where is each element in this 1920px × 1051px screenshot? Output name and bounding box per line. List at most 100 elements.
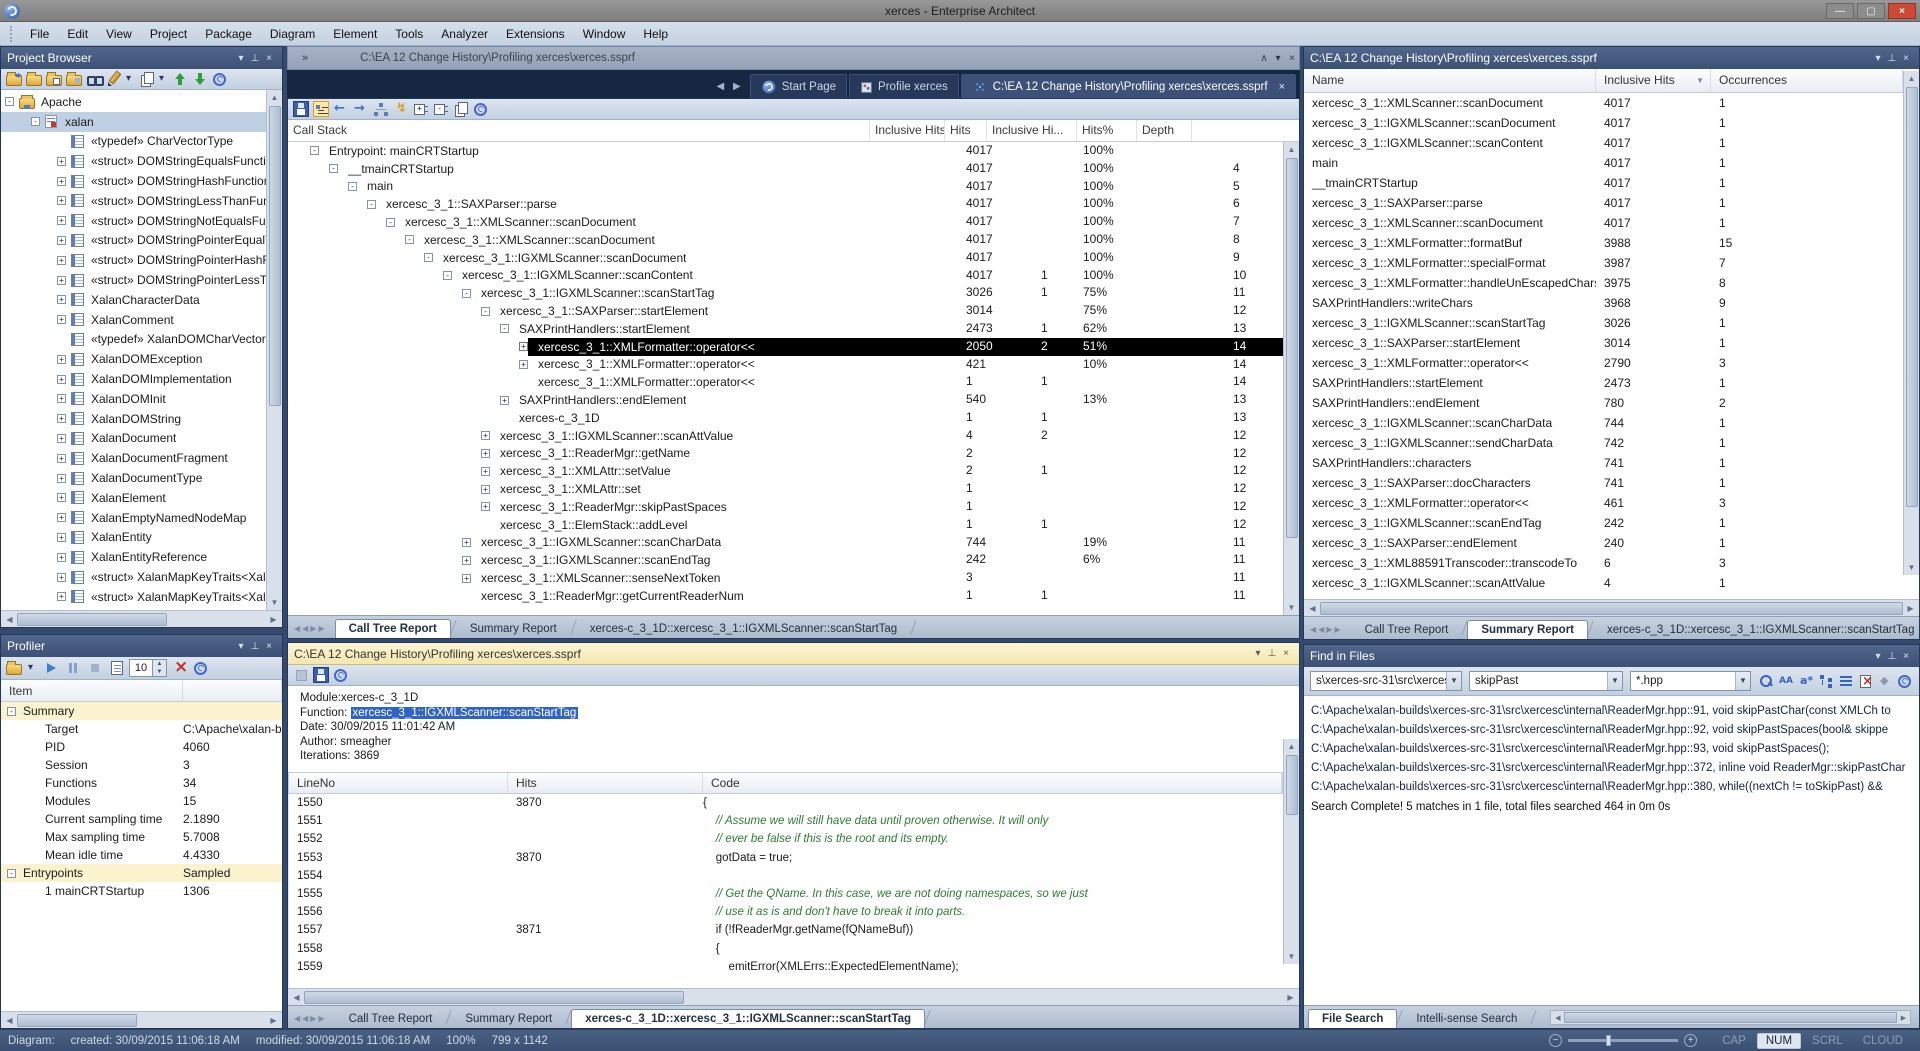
- dropdown-caret-icon[interactable]: [159, 71, 168, 87]
- close-icon[interactable]: ×: [262, 53, 276, 64]
- lightning-icon[interactable]: [393, 101, 409, 117]
- expander-icon[interactable]: -: [405, 235, 414, 244]
- pin-icon[interactable]: ⊥: [248, 641, 262, 652]
- pin-icon[interactable]: ⊥: [1885, 53, 1899, 64]
- call-stack-row[interactable]: - SAXPrintHandlers::startElement 2473 1 …: [288, 320, 1283, 338]
- tree-item[interactable]: + «struct» DOMStringPointerLessTh: [1, 270, 282, 290]
- menu-item[interactable]: Diagram: [261, 22, 324, 46]
- code-row[interactable]: 1551 // Assume we will still have data u…: [289, 812, 1283, 830]
- profiler-row[interactable]: - Summary: [1, 702, 282, 720]
- tree-item[interactable]: + «struct» DOMStringNotEqualsFun: [1, 211, 282, 231]
- summary-row[interactable]: xercesc_3_1::IGXMLScanner::scanContent 4…: [1304, 133, 1903, 153]
- code-row[interactable]: 1558 {: [289, 939, 1283, 957]
- call-stack-row[interactable]: + xercesc_3_1::XMLFormatter::operator<< …: [288, 356, 1283, 374]
- menu-item[interactable]: Window: [574, 22, 635, 46]
- help-icon[interactable]: [213, 73, 226, 86]
- expander-icon[interactable]: +: [481, 467, 490, 476]
- expander-icon[interactable]: -: [481, 307, 490, 316]
- close-icon[interactable]: ×: [1279, 648, 1293, 659]
- tree-item[interactable]: + XalanDocument: [1, 429, 282, 449]
- expander-icon[interactable]: -: [443, 271, 452, 280]
- summary-row[interactable]: xercesc_3_1::XML88591Transcoder::transco…: [1304, 553, 1903, 573]
- tree-item[interactable]: - xalan: [1, 112, 282, 132]
- call-stack-row[interactable]: + xercesc_3_1::XMLAttr::setValue 2 1 12: [288, 462, 1283, 480]
- expander-icon[interactable]: +: [481, 485, 490, 494]
- call-stack-row[interactable]: + xercesc_3_1::IGXMLScanner::scanEndTag …: [288, 551, 1283, 569]
- expander-icon[interactable]: +: [57, 196, 66, 205]
- menu-item[interactable]: Element: [324, 22, 386, 46]
- call-stack-row[interactable]: - xercesc_3_1::XMLScanner::scanDocument …: [288, 231, 1283, 249]
- add-element-icon[interactable]: [66, 75, 82, 86]
- report-tab[interactable]: Call Tree Report: [335, 619, 451, 638]
- expander-icon[interactable]: +: [57, 493, 66, 502]
- call-stack-row[interactable]: xercesc_3_1::ElemStack::addLevel 1 1 12: [288, 516, 1283, 534]
- play-icon[interactable]: [43, 660, 59, 676]
- expander-icon[interactable]: +: [57, 256, 66, 265]
- profiler-row[interactable]: Target C:\Apache\xalan-bu: [1, 720, 282, 738]
- code-row[interactable]: 1550 3870 {: [289, 794, 1283, 812]
- expander-icon[interactable]: -: [348, 182, 357, 191]
- menu-item[interactable]: File: [21, 22, 58, 46]
- zoom-out-icon[interactable]: −: [1549, 1034, 1562, 1047]
- expander-icon[interactable]: +: [57, 553, 66, 562]
- summary-row[interactable]: xercesc_3_1::IGXMLScanner::scanEndTag 24…: [1304, 513, 1903, 533]
- code-row[interactable]: 1552 // ever be false if this is the roo…: [289, 830, 1283, 848]
- tab-nav-icons[interactable]: ◀◀▶▶: [294, 1014, 327, 1023]
- expander-icon[interactable]: +: [57, 513, 66, 522]
- report-tab[interactable]: Summary Report: [1467, 620, 1588, 639]
- combo-dropdown-icon[interactable]: ▼: [1607, 672, 1622, 690]
- find-horizontal-scrollbar[interactable]: ◀▶: [1550, 1010, 1911, 1025]
- help-icon[interactable]: [474, 103, 487, 116]
- search-path-combo[interactable]: s\xerces-src-31\src\xercesc ▼: [1310, 671, 1462, 691]
- call-stack-row[interactable]: + xercesc_3_1::IGXMLScanner::scanAttValu…: [288, 427, 1283, 445]
- expander-icon[interactable]: +: [57, 177, 66, 186]
- summary-row[interactable]: xercesc_3_1::XMLScanner::scanDocument 40…: [1304, 213, 1903, 233]
- code-row[interactable]: 1555 // Get the QName. In this case, we …: [289, 885, 1283, 903]
- pin-icon[interactable]: ⊥: [1265, 648, 1279, 659]
- expander-icon[interactable]: -: [462, 289, 471, 298]
- menu-item[interactable]: Extensions: [497, 22, 574, 46]
- tree-item[interactable]: + XalanDOMImplementation: [1, 369, 282, 389]
- code-row[interactable]: 1557 3871 if (!fReaderMgr.getName(fQName…: [289, 921, 1283, 939]
- tree-vertical-scrollbar[interactable]: ▲▼: [266, 90, 282, 610]
- find-icon[interactable]: [86, 71, 102, 87]
- sample-interval-spinner[interactable]: 10 ▲▼: [129, 659, 167, 677]
- call-stack-vertical-scrollbar[interactable]: ▲▼: [1283, 142, 1299, 615]
- expander-icon[interactable]: +: [57, 592, 66, 601]
- column-code[interactable]: Code: [703, 773, 1282, 793]
- call-stack-row[interactable]: + xercesc_3_1::ReaderMgr::skipPastSpaces…: [288, 498, 1283, 516]
- search-tab[interactable]: Intelli-sense Search: [1402, 1009, 1531, 1028]
- find-result-row[interactable]: C:\Apache\xalan-builds\xerces-src-31\src…: [1311, 759, 1913, 778]
- tree-item[interactable]: + XalanEntityReference: [1, 547, 282, 567]
- close-icon[interactable]: ×: [1285, 53, 1299, 64]
- panel-menu-icon[interactable]: ▾: [234, 641, 248, 652]
- expander-icon[interactable]: +: [57, 414, 66, 423]
- call-stack-row[interactable]: xercesc_3_1::ReaderMgr::getCurrentReader…: [288, 587, 1283, 605]
- summary-row[interactable]: xercesc_3_1::IGXMLScanner::scanDocument …: [1304, 113, 1903, 133]
- summary-row[interactable]: SAXPrintHandlers::characters 741 1: [1304, 453, 1903, 473]
- copy-icon[interactable]: [139, 71, 155, 87]
- clear-results-icon[interactable]: [1860, 675, 1871, 688]
- report-tab[interactable]: Call Tree Report: [335, 1009, 447, 1028]
- find-result-row[interactable]: C:\Apache\xalan-builds\xerces-src-31\src…: [1311, 778, 1913, 797]
- code-vertical-scrollbar[interactable]: ▲▼: [1283, 739, 1299, 964]
- maximize-button[interactable]: ▢: [1857, 3, 1885, 19]
- profiler-row[interactable]: Modules 15: [1, 792, 282, 810]
- expander-icon[interactable]: +: [57, 375, 66, 384]
- delete-icon[interactable]: [171, 660, 187, 676]
- report-tab[interactable]: Summary Report: [451, 1009, 566, 1028]
- call-stack-row[interactable]: - Entrypoint: mainCRTStartup 4017 100%: [288, 142, 1283, 160]
- column-call-stack[interactable]: Call Stack: [288, 120, 870, 141]
- call-stack-row[interactable]: + SAXPrintHandlers::endElement 540 13% 1…: [288, 391, 1283, 409]
- expander-icon[interactable]: +: [57, 157, 66, 166]
- call-stack-row[interactable]: + xercesc_3_1::ReaderMgr::getName 2 12: [288, 445, 1283, 463]
- report-tab[interactable]: Summary Report: [456, 619, 571, 638]
- search-tab[interactable]: File Search: [1308, 1009, 1397, 1028]
- find-result-row[interactable]: C:\Apache\xalan-builds\xerces-src-31\src…: [1311, 702, 1913, 721]
- zoom-slider[interactable]: [1568, 1039, 1678, 1042]
- report-icon[interactable]: [111, 661, 123, 675]
- add-diagram-icon[interactable]: [46, 75, 62, 86]
- call-stack-row[interactable]: xerces-c_3_1D 1 1 13: [288, 409, 1283, 427]
- save-icon[interactable]: [313, 667, 329, 683]
- tree-item[interactable]: + XalanDocumentType: [1, 468, 282, 488]
